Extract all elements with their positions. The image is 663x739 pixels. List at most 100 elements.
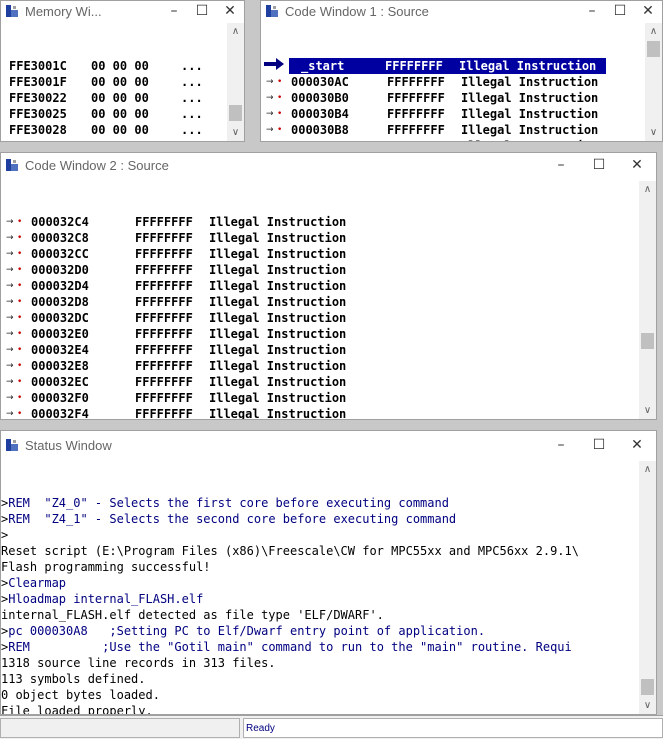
scroll-thumb[interactable] [641,333,654,349]
code-row[interactable]: _start FFFFFFFF Illegal Instruction [263,58,645,74]
code-instruction: Illegal Instruction [209,359,347,373]
step-arrow-icon: → [6,345,14,355]
code-row[interactable]: → • 000032C8 FFFFFFFF Illegal Instruction [3,230,639,246]
breakpoint-dot-icon[interactable]: • [277,106,291,122]
step-arrow-icon: → [6,233,14,243]
code-window-2-content[interactable]: → • 000032C4 FFFFFFFF Illegal Instruction → • 0… [3,182,639,419]
breakpoint-dot-icon[interactable]: • [17,278,31,294]
minimize-button[interactable]: – [578,1,606,21]
debugger-app-icon [6,439,18,451]
code-row[interactable]: → • 000032DC FFFFFFFF Illegal Instruction [3,310,639,326]
code-instruction: Illegal Instruction [209,407,347,419]
scroll-thumb[interactable] [229,105,242,121]
memory-bytes: 00 00 00 [91,107,149,121]
scroll-up-icon[interactable]: ∧ [645,23,662,40]
breakpoint-dot-icon[interactable]: • [277,122,291,138]
breakpoint-dot-icon[interactable]: • [17,358,31,374]
code-opcode: FFFFFFFF [135,407,193,419]
minimize-button[interactable]: – [542,435,580,455]
step-arrow-icon: → [266,77,274,87]
maximize-button[interactable]: ☐ [188,1,216,21]
memory-scrollbar[interactable]: ∧ ∨ [227,23,244,141]
scroll-down-icon[interactable]: ∨ [645,124,662,141]
breakpoint-dot-icon[interactable]: • [17,214,31,230]
code-row[interactable]: → • 000032F0 FFFFFFFF Illegal Instruction [3,390,639,406]
code-row[interactable]: → • 000032F4 FFFFFFFF Illegal Instruction [3,406,639,419]
scroll-down-icon[interactable]: ∨ [227,124,244,141]
scroll-up-icon[interactable]: ∧ [639,461,656,478]
code-row[interactable]: → • 000030B8 FFFFFFFF Illegal Instruction [263,122,645,138]
code-row[interactable]: → • 000030B4 FFFFFFFF Illegal Instruction [263,106,645,122]
breakpoint-dot-icon[interactable]: • [277,90,291,106]
code-instruction: Illegal Instruction [209,279,347,293]
minimize-button[interactable]: – [160,1,188,21]
step-arrow-icon: → [6,249,14,259]
memory-window-titlebar[interactable]: Memory Wi... – ☐ ✕ [1,1,244,21]
code-row[interactable]: → • 000030B0 FFFFFFFF Illegal Instruction [263,90,645,106]
statusbar-ready-text: Ready [243,718,663,738]
code-window-2-scrollbar[interactable]: ∧ ∨ [639,181,656,419]
code-row[interactable]: → • 000032D4 FFFFFFFF Illegal Instruction [3,278,639,294]
status-log-line: >Hloadmap internal_FLASH.elf [1,591,639,607]
breakpoint-dot-icon[interactable]: • [17,342,31,358]
breakpoint-dot-icon[interactable]: • [17,310,31,326]
memory-row[interactable]: FFE30025 00 00 00... [9,106,227,122]
status-window-titlebar[interactable]: Status Window – ☐ ✕ [1,431,656,459]
code-row[interactable]: → • 000030AC FFFFFFFF Illegal Instruction [263,74,645,90]
memory-row[interactable]: FFE30028 00 00 00... [9,122,227,138]
code-row[interactable]: → • 000032D0 FFFFFFFF Illegal Instruction [3,262,639,278]
code-row[interactable]: → • 000032D8 FFFFFFFF Illegal Instruction [3,294,639,310]
memory-bytes: 00 00 00 [91,59,149,73]
statusbar-pane-left [0,718,240,738]
code-row[interactable]: →•000030BCFFFFFFFFIllegal Instruction [263,138,645,141]
code-row[interactable]: → • 000032E4 FFFFFFFF Illegal Instruction [3,342,639,358]
breakpoint-dot-icon[interactable]: • [17,230,31,246]
code-instruction: Illegal Instruction [209,391,347,405]
breakpoint-dot-icon[interactable]: • [17,390,31,406]
scroll-down-icon[interactable]: ∨ [639,697,656,714]
memory-row[interactable]: FFE30022 00 00 00... [9,90,227,106]
close-button[interactable]: ✕ [216,1,244,21]
breakpoint-dot-icon[interactable]: • [277,74,291,90]
scroll-thumb[interactable] [641,679,654,695]
code-instruction: Illegal Instruction [209,327,347,341]
maximize-button[interactable]: ☐ [580,155,618,175]
code-window-1-content[interactable]: _start FFFFFFFF Illegal Instruction → • 00003… [263,26,645,141]
code-row[interactable]: → • 000032EC FFFFFFFF Illegal Instruction [3,374,639,390]
close-button[interactable]: ✕ [618,435,656,455]
code-address: 000030BC [291,138,387,141]
code-instruction: Illegal Instruction [209,263,347,277]
maximize-button[interactable]: ☐ [580,435,618,455]
status-log[interactable]: > REM "Z4_0" - Selects the first core bef… [1,463,639,714]
code-row[interactable]: → • 000032E0 FFFFFFFF Illegal Instruction [3,326,639,342]
debugger-app-icon [6,5,18,17]
memory-row[interactable]: FFE3001F 00 00 00... [9,74,227,90]
scroll-up-icon[interactable]: ∧ [639,181,656,198]
breakpoint-dot-icon[interactable]: • [17,246,31,262]
code-row[interactable]: → • 000032E8 FFFFFFFF Illegal Instruction [3,358,639,374]
breakpoint-dot-icon[interactable]: • [17,262,31,278]
code-row[interactable]: → • 000032C4 FFFFFFFF Illegal Instruction [3,214,639,230]
current-pc-arrow-icon [263,57,289,75]
scroll-down-icon[interactable]: ∨ [639,402,656,419]
breakpoint-dot-icon[interactable]: • [277,138,291,141]
close-button[interactable]: ✕ [618,155,656,175]
code-row[interactable]: → • 000032CC FFFFFFFF Illegal Instruction [3,246,639,262]
breakpoint-dot-icon[interactable]: • [17,406,31,419]
memory-content[interactable]: FFE3001C 00 00 00... FFE3001F 00 00 00... FF… [9,26,227,141]
status-log-line: Reset script (E:\Program Files (x86)\Fre… [1,543,639,559]
scroll-thumb[interactable] [647,41,660,57]
memory-row[interactable]: FFE3002B00 00 00... [9,138,227,141]
breakpoint-dot-icon[interactable]: • [17,326,31,342]
code-window-1-titlebar[interactable]: Code Window 1 : Source – ☐ ✕ [261,1,662,21]
scroll-up-icon[interactable]: ∧ [227,23,244,40]
breakpoint-dot-icon[interactable]: • [17,294,31,310]
breakpoint-dot-icon[interactable]: • [17,374,31,390]
code-window-1-scrollbar[interactable]: ∧ ∨ [645,23,662,141]
close-button[interactable]: ✕ [634,1,662,21]
memory-row[interactable]: FFE3001C 00 00 00... [9,58,227,74]
status-scrollbar[interactable]: ∧ ∨ [639,461,656,714]
maximize-button[interactable]: ☐ [606,1,634,21]
minimize-button[interactable]: – [542,155,580,175]
code-window-2-titlebar[interactable]: Code Window 2 : Source – ☐ ✕ [1,153,656,177]
